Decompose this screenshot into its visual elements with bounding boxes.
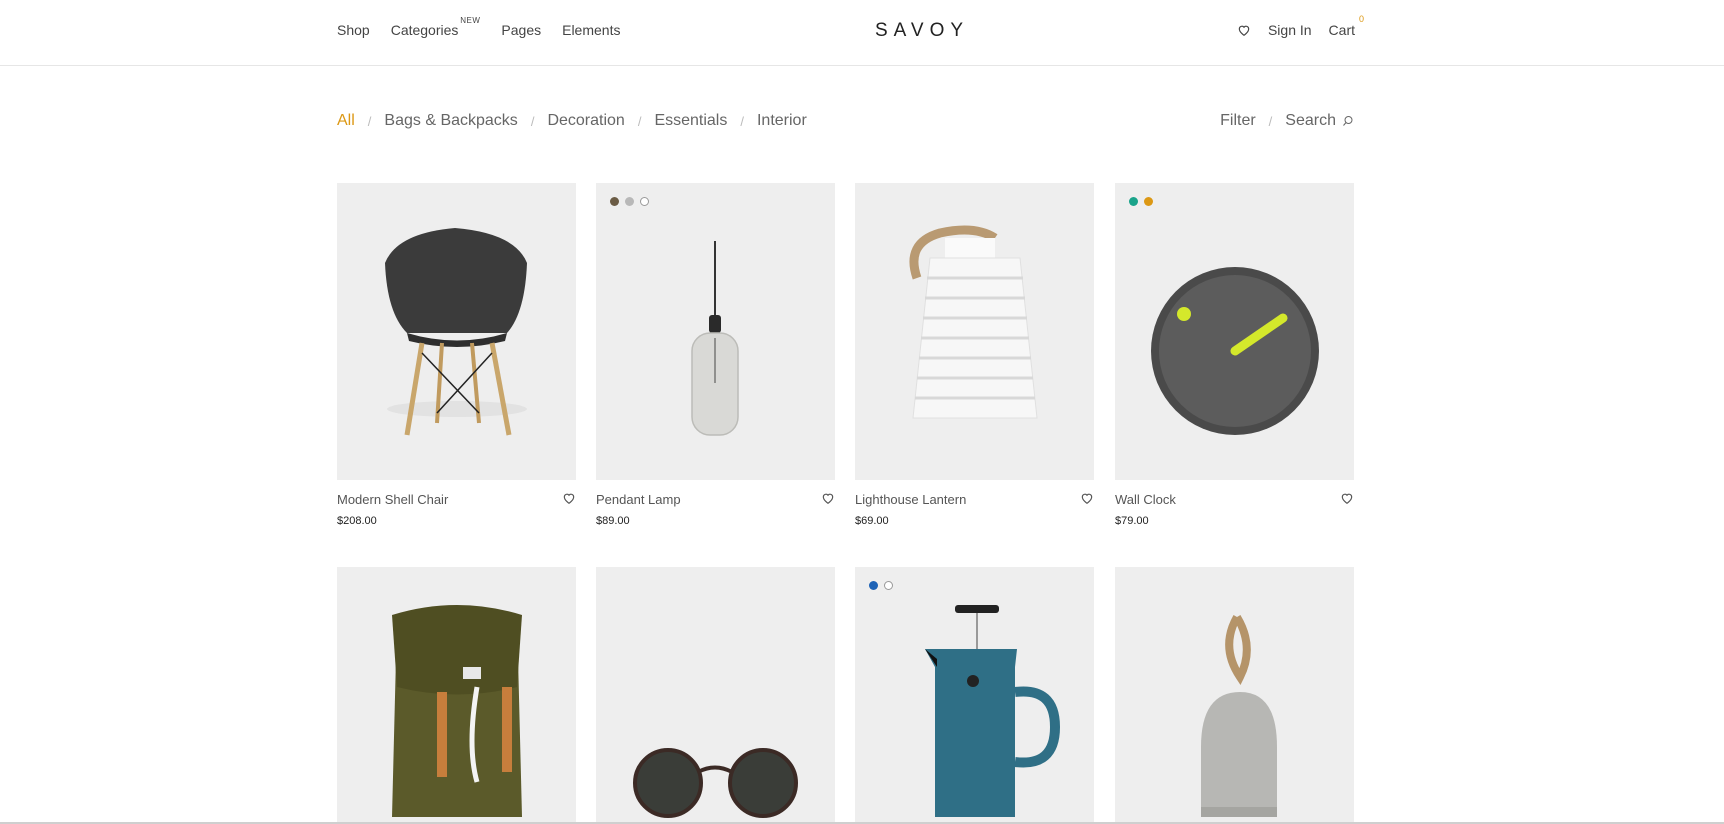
sunglasses-image <box>633 748 798 818</box>
door-stop-image <box>1201 614 1277 817</box>
logo-text: SAVOY <box>874 20 970 41</box>
cart-link[interactable]: Cart 0 <box>1328 14 1364 38</box>
header-actions: Sign In Cart 0 <box>1237 14 1364 38</box>
product-image[interactable] <box>1115 567 1354 824</box>
clock-image <box>1151 267 1319 435</box>
color-swatches <box>869 581 893 590</box>
backpack-image <box>392 605 522 817</box>
site-logo[interactable]: SAVOY <box>0 20 1724 42</box>
category-interior[interactable]: Interior <box>757 112 807 130</box>
filter-button[interactable]: Filter <box>1220 112 1256 130</box>
cart-label: Cart <box>1328 22 1355 38</box>
category-list: All / Bags & Backpacks / Decoration / Es… <box>337 112 807 130</box>
separator: / <box>740 113 744 129</box>
lantern-image <box>909 225 1038 419</box>
separator: / <box>367 113 372 129</box>
product-name[interactable]: Pendant Lamp <box>596 492 681 507</box>
product-image[interactable] <box>596 567 835 824</box>
product-image[interactable] <box>337 183 576 480</box>
heart-icon[interactable] <box>1237 23 1251 37</box>
product-image[interactable] <box>596 183 835 480</box>
color-swatch[interactable] <box>884 581 893 590</box>
product-image[interactable] <box>855 567 1094 824</box>
heart-icon[interactable] <box>821 491 835 505</box>
heart-icon[interactable] <box>562 491 576 505</box>
product-name[interactable]: Lighthouse Lantern <box>855 492 966 507</box>
color-swatch[interactable] <box>640 197 649 206</box>
lamp-image <box>691 241 739 436</box>
cart-count: 0 <box>1358 14 1364 24</box>
signin-link[interactable]: Sign In <box>1268 22 1312 38</box>
category-decoration[interactable]: Decoration <box>547 112 624 130</box>
filter-tools: Filter / Search <box>1220 112 1354 130</box>
site-header: Shop Categories NEW Pages Elements SAVOY … <box>0 0 1724 66</box>
color-swatch[interactable] <box>869 581 878 590</box>
product-price: $79.00 <box>1115 515 1149 527</box>
category-bags-backpacks[interactable]: Bags & Backpacks <box>384 112 517 130</box>
chair-image <box>385 228 527 436</box>
category-filter-bar: All / Bags & Backpacks / Decoration / Es… <box>337 112 1354 136</box>
separator: / <box>530 113 535 129</box>
color-swatch[interactable] <box>625 197 634 206</box>
category-essentials[interactable]: Essentials <box>654 112 727 130</box>
coffee-press-image <box>925 605 1061 817</box>
product-image[interactable] <box>855 183 1094 480</box>
category-all[interactable]: All <box>337 112 355 130</box>
product-name[interactable]: Modern Shell Chair <box>337 492 448 507</box>
separator: / <box>1268 113 1273 129</box>
product-image[interactable] <box>337 567 576 824</box>
heart-icon[interactable] <box>1080 491 1094 505</box>
product-image[interactable] <box>1115 183 1354 480</box>
color-swatch[interactable] <box>1129 197 1138 206</box>
product-price: $69.00 <box>855 515 889 527</box>
color-swatch[interactable] <box>610 197 619 206</box>
heart-icon[interactable] <box>1340 491 1354 505</box>
color-swatches <box>1129 197 1153 206</box>
search-icon[interactable] <box>1342 115 1354 127</box>
separator: / <box>637 113 642 129</box>
color-swatch[interactable] <box>1144 197 1153 206</box>
product-price: $89.00 <box>596 515 630 527</box>
product-name[interactable]: Wall Clock <box>1115 492 1176 507</box>
search-button[interactable]: Search <box>1285 112 1336 130</box>
color-swatches <box>610 197 649 206</box>
product-price: $208.00 <box>337 515 377 527</box>
